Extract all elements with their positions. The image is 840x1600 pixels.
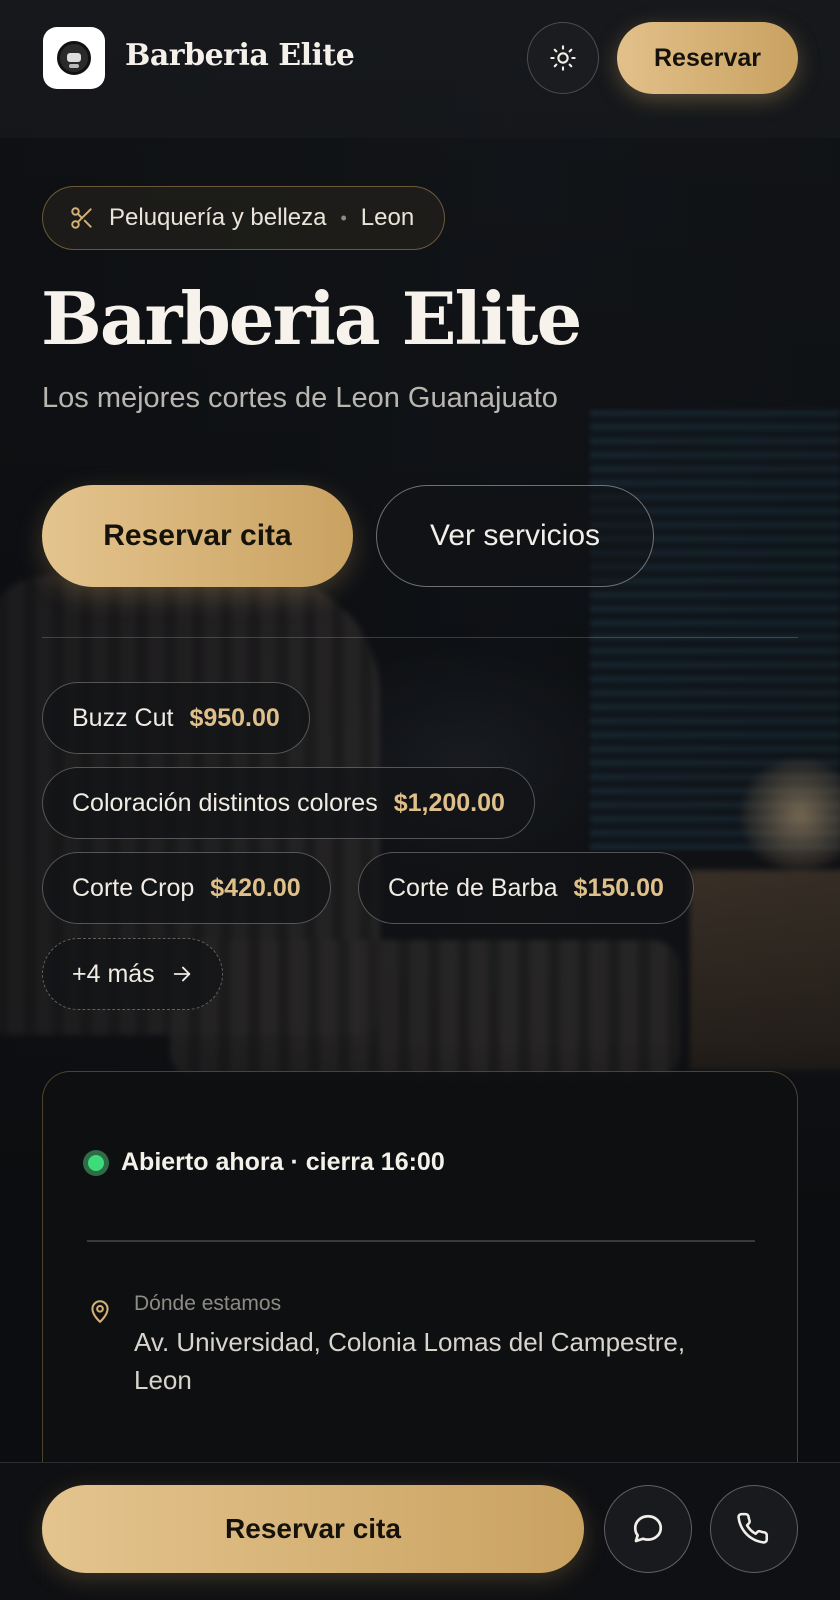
more-services-chip[interactable]: +4 más [42,938,223,1010]
hero-title: Barberia Elite [41,276,582,361]
theme-toggle-button[interactable] [527,22,599,94]
service-price: $950.00 [189,703,280,732]
service-price: $150.00 [573,873,664,902]
hero-subtitle: Los mejores cortes de Leon Guanajuato [42,382,558,414]
brand-logo[interactable] [43,27,105,89]
view-services-button[interactable]: Ver servicios [376,485,654,587]
section-divider [42,637,798,638]
service-name: Coloración distintos colores [72,788,378,817]
map-pin-icon [91,1300,109,1323]
more-services-label: +4 más [72,959,155,988]
service-name: Corte Crop [72,873,195,902]
reserve-appointment-button[interactable]: Reservar cita [42,485,353,587]
header-reserve-button[interactable]: Reservar [617,22,798,94]
status-text: Abierto ahora · cierra 16:00 [121,1148,445,1176]
service-price: $1,200.00 [393,788,505,817]
open-status: Abierto ahora · cierra 16:00 [83,1148,445,1177]
bottom-action-bar: Reservar cita [0,1462,840,1600]
arrow-right-icon [173,966,190,982]
scissors-icon [71,207,92,229]
top-header: Barberia Elite Reservar [0,0,840,138]
service-chip[interactable]: Buzz Cut $950.00 [42,682,310,754]
card-divider [87,1240,755,1242]
service-chip[interactable]: Corte de Barba $150.00 [358,852,694,924]
service-name: Buzz Cut [72,703,174,732]
bottom-reserve-button[interactable]: Reservar cita [42,1485,584,1573]
address-text[interactable]: Av. Universidad, Colonia Lomas del Campe… [134,1323,734,1399]
status-indicator-icon [83,1149,109,1176]
location-label: Dónde estamos [134,1292,282,1315]
service-name: Corte de Barba [388,873,558,902]
city-label: Leon [360,204,415,231]
sun-icon [550,45,576,71]
service-price: $420.00 [210,873,301,902]
service-chip[interactable]: Coloración distintos colores $1,200.00 [42,767,535,839]
barber-logo-icon [57,41,91,75]
chat-button[interactable] [604,1485,692,1573]
separator-dot: • [340,207,347,228]
chat-bubble-icon [633,1514,663,1543]
service-chip[interactable]: Corte Crop $420.00 [42,852,331,924]
phone-button[interactable] [710,1485,798,1573]
phone-icon [737,1512,769,1544]
category-label: Peluquería y belleza [109,204,327,231]
category-chip: Peluquería y belleza • Leon [42,186,446,250]
brand-name: Barberia Elite [125,38,355,73]
